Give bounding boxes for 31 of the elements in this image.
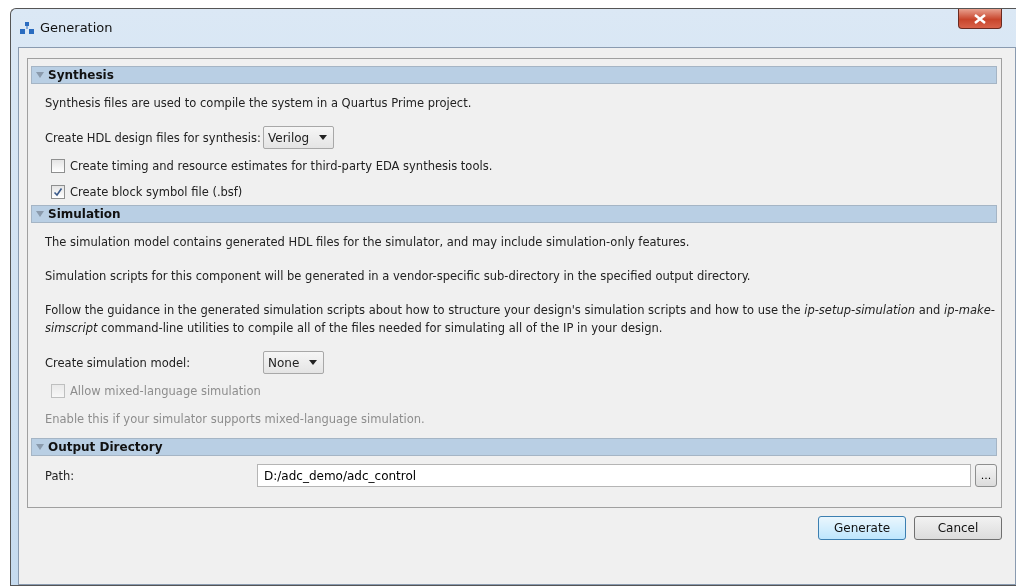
close-button[interactable] xyxy=(958,9,1002,29)
checkbox[interactable] xyxy=(51,185,65,199)
field-label: Create simulation model: xyxy=(45,354,192,372)
description-text: The simulation model contains generated HDL files for the simulator, and may include simulation-only features. xyxy=(45,234,691,251)
dialog-button[interactable]: Cancel xyxy=(914,516,1002,540)
description-text: Simulation scripts for this component will be generated in a vendor-specific sub-directory in the specified output directory. xyxy=(45,268,752,285)
window-title: Generation xyxy=(40,19,113,38)
field-label: Create HDL design files for synthesis: xyxy=(45,129,262,147)
caret-icon xyxy=(309,360,318,365)
checkbox-label: Allow mixed-language simulation xyxy=(70,383,261,400)
network-icon xyxy=(20,22,34,34)
section-header[interactable]: Output Directory xyxy=(31,438,997,456)
checkbox-label: Create timing and resource estimates for third-party EDA synthesis tools. xyxy=(70,158,493,175)
close-icon xyxy=(974,13,986,24)
browse-button[interactable]: ... xyxy=(975,464,997,487)
path-field[interactable]: D:/adc_demo/adc_control xyxy=(257,464,971,487)
triangle-icon xyxy=(36,72,44,78)
description-text: Synthesis files are used to compile the system in a Quartus Prime project. xyxy=(45,95,473,112)
description-text: Follow the guidance in the generated simulation scripts about how to structure your design's simulation scripts and how to use the ip-setup-simulation and ip-make-simscript command-line utilities to compile all of the files needed for simulating all of the IP in your design. xyxy=(45,302,996,337)
section-header[interactable]: Simulation xyxy=(31,205,997,223)
triangle-icon xyxy=(36,211,44,217)
dropdown[interactable]: None xyxy=(263,351,325,374)
dialog-button[interactable]: Generate xyxy=(818,516,906,540)
caret-icon xyxy=(319,135,328,140)
section-header[interactable]: Synthesis xyxy=(31,66,997,84)
hint-text: Enable this if your simulator supports mixed-language simulation. xyxy=(45,411,426,428)
dropdown[interactable]: Verilog xyxy=(263,126,335,149)
field-label: Path: xyxy=(45,467,76,485)
checkbox-label: Create block symbol file (.bsf) xyxy=(70,184,243,201)
checkbox[interactable] xyxy=(51,159,65,173)
triangle-icon xyxy=(36,444,44,450)
